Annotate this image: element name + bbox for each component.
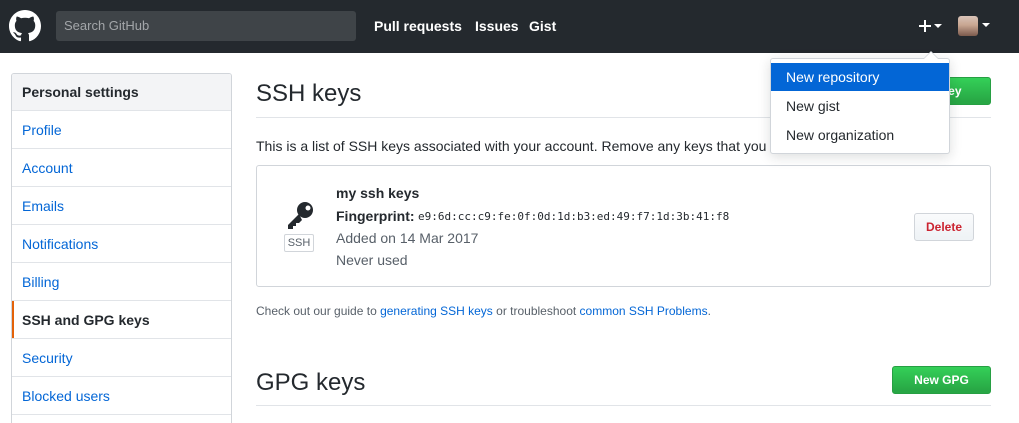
search-input[interactable]: Search GitHub (56, 11, 356, 41)
new-gpg-key-button[interactable]: New GPG key (892, 366, 991, 413)
user-avatar[interactable] (958, 16, 978, 36)
guide-middle: or troubleshoot (492, 304, 580, 318)
sidebar-item-account[interactable]: Account (12, 149, 231, 187)
delete-key-button[interactable]: Delete (914, 213, 974, 241)
dropdown-new-gist[interactable]: New gist (771, 92, 949, 120)
sidebar-item-blocked-users[interactable]: Blocked users (12, 377, 231, 415)
sidebar-item-ssh-gpg-keys[interactable]: SSH and GPG keys (12, 301, 231, 339)
sidebar-item-emails[interactable]: Emails (12, 187, 231, 225)
fingerprint-value: e9:6d:cc:c9:fe:0f:0d:1d:b3:ed:49:f7:1d:3… (418, 210, 730, 223)
key-icon (288, 202, 313, 229)
sidebar-item-security[interactable]: Security (12, 339, 231, 377)
github-logo-icon[interactable] (9, 10, 41, 42)
common-ssh-problems-link[interactable]: common SSH Problems (580, 304, 708, 318)
ssh-description: This is a list of SSH keys associated wi… (256, 138, 776, 154)
top-header: Search GitHub Pull requests Issues Gist (0, 0, 1019, 53)
fingerprint-label: Fingerprint: (336, 208, 415, 224)
ssh-keys-title: SSH keys (256, 80, 362, 107)
sidebar-item-notifications[interactable]: Notifications (12, 225, 231, 263)
guide-prefix: Check out our guide to (256, 304, 381, 318)
create-new-dropdown: New repository New gist New organization (770, 51, 950, 154)
ssh-key-name: my ssh keys (336, 185, 420, 201)
create-new-plus-icon[interactable] (918, 14, 944, 38)
ssh-key-item: SSH my ssh keys Fingerprint: e9:6d:cc:c9… (256, 165, 991, 287)
chevron-down-icon[interactable] (982, 23, 990, 27)
key-added-date: Added on 14 Mar 2017 (336, 230, 479, 246)
guide-suffix: . (707, 304, 711, 318)
dropdown-new-repository[interactable]: New repository (771, 63, 949, 91)
sidebar-item-profile[interactable]: Profile (12, 111, 231, 149)
sidebar-item-billing[interactable]: Billing (12, 263, 231, 301)
settings-sidebar: Personal settings Profile Account Emails… (11, 73, 232, 423)
generating-ssh-keys-link[interactable]: generating SSH keys (380, 304, 493, 318)
nav-gist[interactable]: Gist (529, 0, 556, 53)
gpg-keys-title: GPG keys (256, 369, 366, 396)
divider (256, 405, 991, 406)
dropdown-new-organization[interactable]: New organization (771, 121, 949, 149)
ssh-guide-text: Check out our guide to generating SSH ke… (256, 304, 711, 318)
nav-pull-requests[interactable]: Pull requests (374, 0, 462, 53)
key-last-used: Never used (336, 252, 408, 268)
sidebar-heading: Personal settings (12, 74, 231, 111)
ssh-type-badge: SSH (284, 234, 314, 252)
nav-issues[interactable]: Issues (475, 0, 519, 53)
